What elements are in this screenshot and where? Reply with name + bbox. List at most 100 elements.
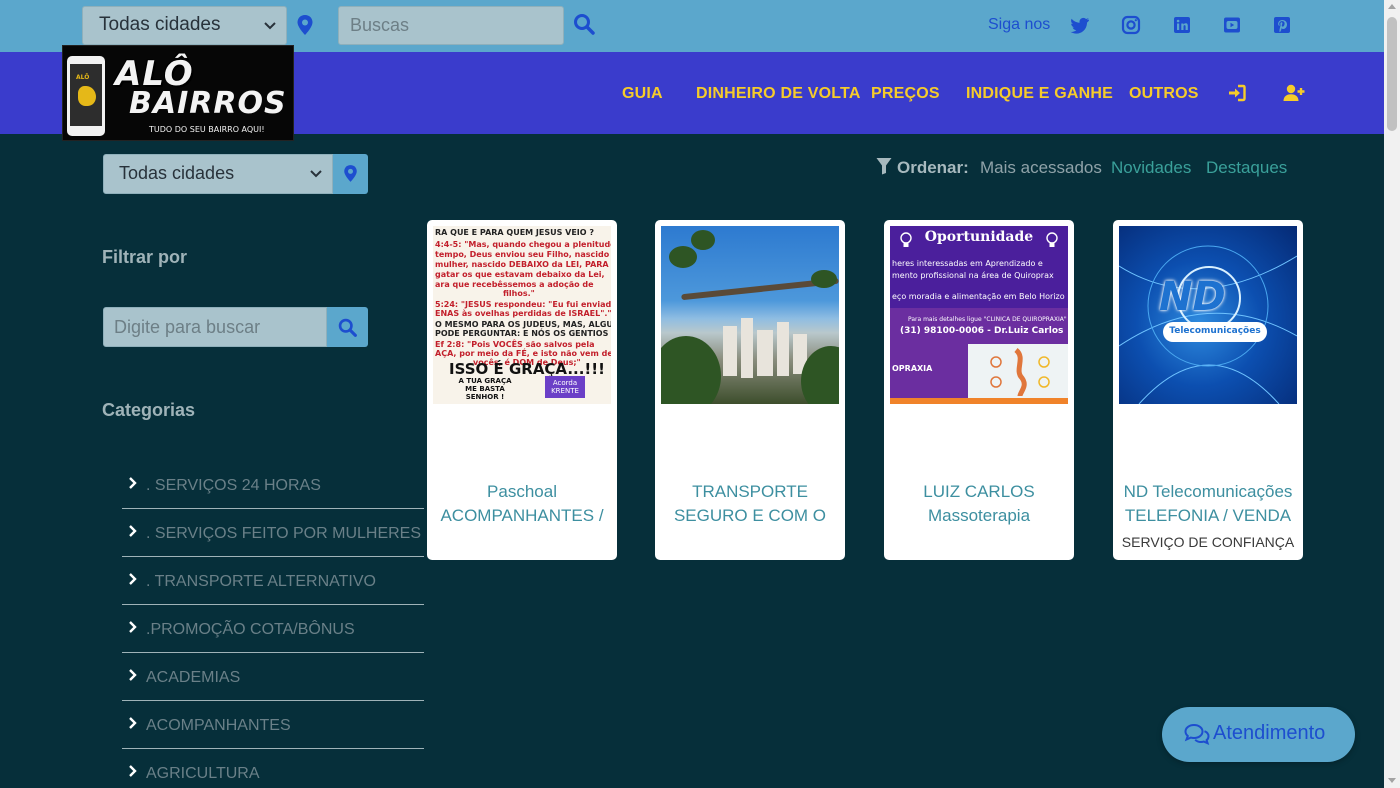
image-text: RA QUE E PARA QUEM JESUS VEIO ? (435, 228, 595, 237)
nav-precos[interactable]: PREÇOS (871, 85, 940, 103)
chevron-right-icon (129, 477, 137, 489)
user-plus-icon[interactable] (1283, 83, 1305, 103)
scroll-down-arrow-icon[interactable] (1388, 778, 1396, 783)
category-label: . TRANSPORTE ALTERNATIVO (146, 573, 376, 590)
image-text: (31) 98100-0006 - Dr.Luiz Carlos (900, 326, 1064, 336)
chevron-right-icon (129, 765, 137, 777)
support-chat-label: Atendimento (1213, 722, 1326, 744)
listing-title: ND Telecomunicações TELEFONIA / VENDA (1117, 480, 1299, 528)
image-heading: Oportunidade (924, 229, 1034, 245)
sort-newest[interactable]: Novidades (1111, 158, 1191, 178)
listing-title-line1: ND Telecomunicações (1123, 482, 1293, 501)
scrollbar-thumb[interactable] (1387, 17, 1397, 131)
category-label: .PROMOÇÃO COTA/BÔNUS (146, 621, 355, 638)
tree-foliage (661, 336, 721, 404)
search-icon[interactable] (572, 12, 596, 36)
sidebar-search-button[interactable] (327, 307, 368, 347)
city-select-top[interactable]: Todas cidades (82, 6, 287, 45)
listing-image: ND Telecomunicações (1119, 226, 1297, 404)
support-chat-button[interactable]: Atendimento (1162, 707, 1355, 762)
tree-foliage (691, 230, 715, 250)
location-button[interactable] (333, 154, 368, 194)
image-text: ara que recebêssemos a adoção de (435, 280, 594, 289)
category-item[interactable]: .PROMOÇÃO COTA/BÔNUS (122, 605, 424, 653)
site-logo[interactable]: ALÔ ALÔ BAIRROS TUDO DO SEU BAIRRO AQUI! (62, 45, 294, 141)
sort-featured[interactable]: Destaques (1206, 158, 1287, 178)
nav-indique-e-ganhe[interactable]: INDIQUE E GANHE (966, 85, 1113, 103)
image-text: mento profissional na área de Quiroprax (892, 271, 1054, 280)
category-item[interactable]: . SERVIÇOS 24 HORAS (122, 461, 424, 509)
category-item[interactable]: ACOMPANHANTES (122, 701, 424, 749)
linkedin-icon[interactable] (1172, 15, 1192, 35)
sidebar-search-input[interactable]: Digite para buscar (103, 307, 327, 347)
tree-foliage (669, 246, 697, 268)
phone-screen-text: ALÔ (76, 74, 90, 81)
instagram-icon[interactable] (1121, 15, 1141, 35)
search-input-top[interactable]: Buscas (338, 6, 564, 45)
image-text: eço moradia e alimentação em Belo Horizo (892, 292, 1065, 301)
listing-title-line2: Massoterapia (927, 506, 1031, 525)
nav-dinheiro-de-volta[interactable]: DINHEIRO DE VOLTA (696, 85, 861, 103)
nav-outros[interactable]: OUTROS (1129, 85, 1199, 103)
chevron-right-icon (129, 525, 137, 537)
chevron-right-icon (129, 717, 137, 729)
listing-card[interactable]: ND Telecomunicações ND Telecomunicações … (1113, 220, 1303, 560)
image-text: O MESMO PARA OS JUDEUS, MAS, ALGUÉM (435, 320, 611, 329)
scroll-up-arrow-icon[interactable] (1388, 4, 1396, 9)
lightbulb-icon (900, 232, 912, 247)
image-text: tempo, Deus enviou seu Filho, nascido (435, 250, 610, 259)
sidebar-search-placeholder: Digite para buscar (114, 317, 261, 337)
filter-heading: Filtrar por (102, 247, 188, 267)
category-label: . SERVIÇOS 24 HORAS (146, 477, 321, 494)
listing-title-line2: SEGURO E COM O (673, 506, 827, 525)
lightbulb-icon (1046, 232, 1058, 247)
image-text: heres interessadas em Aprendizado e (892, 259, 1043, 268)
category-label: ACOMPANHANTES (146, 717, 291, 734)
building-shape (741, 318, 753, 378)
listing-image: Oportunidade heres interessadas em Apren… (890, 226, 1068, 404)
image-text: OPRAXIA (892, 364, 933, 373)
city-select-top-value: Todas cidades (99, 14, 221, 35)
brand-line2: BAIRROS (129, 86, 287, 121)
brand-tagline: TUDO DO SEU BAIRRO AQUI! (149, 125, 265, 134)
search-icon (338, 318, 357, 337)
follow-us-label: Siga nos (988, 16, 1051, 33)
brazil-map-shape (78, 86, 96, 106)
listing-title-line1: Paschoal (487, 482, 557, 501)
image-text: PODE PERGUNTAR: E NÓS OS GENTIOS ? (435, 329, 611, 338)
listing-image (661, 226, 839, 404)
image-text: AÇA, por meio da FÉ, e isto não vem de (435, 349, 611, 358)
sort-most-accessed[interactable]: Mais acessados (980, 158, 1102, 178)
location-pin-icon[interactable] (296, 14, 314, 36)
pinterest-icon[interactable] (1272, 15, 1292, 35)
tree-foliage (811, 270, 837, 288)
youtube-icon[interactable] (1222, 15, 1242, 35)
listing-card[interactable]: Oportunidade heres interessadas em Apren… (884, 220, 1074, 560)
category-item[interactable]: . SERVIÇOS FEITO POR MULHERES (122, 509, 424, 557)
twitter-icon[interactable] (1070, 15, 1090, 35)
listing-card[interactable]: TRANSPORTE SEGURO E COM O (655, 220, 845, 560)
image-pill-text: Telecomunicações (1169, 326, 1261, 336)
city-select-sidebar[interactable]: Todas cidades (103, 154, 333, 194)
category-item[interactable]: ACADEMIAS (122, 653, 424, 701)
location-pin-icon (344, 165, 357, 182)
nav-guia[interactable]: GUIA (622, 85, 663, 103)
login-icon[interactable] (1227, 83, 1247, 103)
page-scrollbar[interactable] (1384, 0, 1400, 788)
image-pill: Telecomunicações (1163, 322, 1267, 342)
listing-card[interactable]: RA QUE E PARA QUEM JESUS VEIO ? 4:4-5: "… (427, 220, 617, 560)
listing-title: TRANSPORTE SEGURO E COM O (659, 480, 841, 528)
listing-title-line2: TELEFONIA / VENDA (1124, 506, 1292, 525)
listing-title: LUIZ CARLOS Massoterapia (888, 480, 1070, 528)
listing-title: Paschoal ACOMPANHANTES / (431, 480, 613, 528)
category-item[interactable]: AGRICULTURA (122, 749, 424, 788)
category-label: ACADEMIAS (146, 669, 241, 686)
listing-image: RA QUE E PARA QUEM JESUS VEIO ? 4:4-5: "… (433, 226, 611, 404)
image-stripe (890, 398, 1068, 404)
category-item[interactable]: . TRANSPORTE ALTERNATIVO (122, 557, 424, 605)
image-text: Para mais detalhes ligue "CLINICA DE QUI… (908, 316, 1067, 323)
phone-illustration: ALÔ (67, 56, 105, 136)
building-shape (757, 330, 773, 376)
listing-title-line2: ACOMPANHANTES / (440, 506, 604, 525)
building-shape (777, 322, 789, 376)
